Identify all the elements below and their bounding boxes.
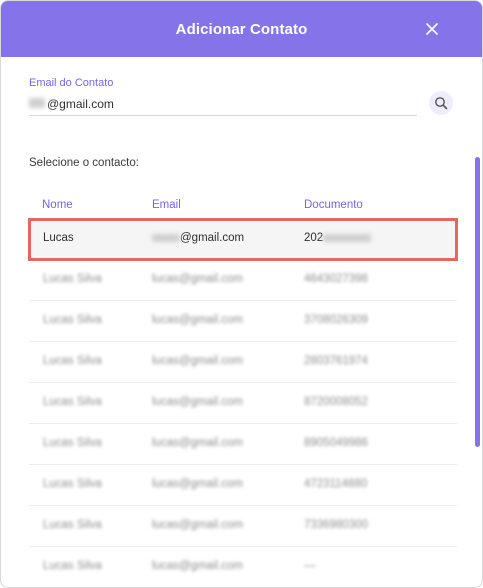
masked-document xyxy=(323,233,372,242)
row-document: 8905049986 xyxy=(304,437,368,449)
email-field-value: @gmail.com xyxy=(47,97,114,111)
row-document: 8720008052 xyxy=(304,396,368,408)
close-button[interactable] xyxy=(422,19,442,39)
search-icon xyxy=(435,97,448,110)
row-email: @gmail.com xyxy=(152,232,244,244)
row-email: lucas@gmail.com xyxy=(152,355,243,367)
row-document-prefix: 202 xyxy=(304,232,324,244)
row-email: lucas@gmail.com xyxy=(152,560,243,572)
masked-email-prefix xyxy=(29,98,45,108)
row-name: Lucas Silva xyxy=(43,355,102,367)
row-email-suffix: @gmail.com xyxy=(180,232,245,244)
contacts-table-header: Nome Email Documento xyxy=(29,199,459,215)
column-header-name: Nome xyxy=(42,199,73,211)
row-document: 7336980300 xyxy=(304,519,368,531)
table-row[interactable]: Lucas Silva lucas@gmail.com 7336980300 xyxy=(29,506,457,547)
table-row[interactable]: Lucas Silva lucas@gmail.com 8905049986 xyxy=(29,424,457,465)
row-document: 2803761974 xyxy=(304,355,368,367)
row-email: lucas@gmail.com xyxy=(152,314,243,326)
masked-email xyxy=(152,233,180,242)
row-name: Lucas Silva xyxy=(43,273,102,285)
row-email: lucas@gmail.com xyxy=(152,396,243,408)
scrollbar[interactable] xyxy=(475,157,480,447)
table-row[interactable]: Lucas Silva lucas@gmail.com 4643027398 xyxy=(29,260,457,301)
row-email: lucas@gmail.com xyxy=(152,273,243,285)
row-name: Lucas Silva xyxy=(43,519,102,531)
dialog-header: Adicionar Contato xyxy=(1,1,482,57)
row-document: 4643027398 xyxy=(304,273,368,285)
add-contact-dialog: Adicionar Contato Email do Contato @gmai… xyxy=(0,0,483,588)
table-row[interactable]: Lucas Silva lucas@gmail.com 2803761974 xyxy=(29,342,457,383)
row-document: 202 xyxy=(304,232,372,244)
table-row-selected[interactable]: Lucas @gmail.com 202 xyxy=(28,218,458,261)
row-name: Lucas Silva xyxy=(43,314,102,326)
row-email: lucas@gmail.com xyxy=(152,478,243,490)
row-name: Lucas Silva xyxy=(43,396,102,408)
row-email: lucas@gmail.com xyxy=(152,519,243,531)
search-button[interactable] xyxy=(429,91,453,115)
row-document: 3708026309 xyxy=(304,314,368,326)
column-header-email: Email xyxy=(152,199,181,211)
row-name: Lucas Silva xyxy=(43,478,102,490)
dialog-title: Adicionar Contato xyxy=(175,20,308,38)
table-row[interactable]: Lucas Silva lucas@gmail.com 4723114880 xyxy=(29,465,457,506)
table-row[interactable]: Lucas Silva lucas@gmail.com 3708026309 xyxy=(29,301,457,342)
dialog-content: Email do Contato @gmail.com Selecione o … xyxy=(1,57,482,587)
table-row[interactable]: Lucas Silva lucas@gmail.com — xyxy=(29,547,457,587)
close-icon xyxy=(426,23,438,35)
row-document: 4723114880 xyxy=(304,478,368,490)
row-document: — xyxy=(304,560,316,572)
row-name: Lucas Silva xyxy=(43,560,102,572)
email-field-label: Email do Contato xyxy=(29,77,114,89)
table-row[interactable]: Lucas Silva lucas@gmail.com 8720008052 xyxy=(29,383,457,424)
column-header-document: Documento xyxy=(304,199,363,211)
select-contact-label: Selecione o contacto: xyxy=(29,157,139,169)
row-name: Lucas xyxy=(43,232,74,244)
row-name: Lucas Silva xyxy=(43,437,102,449)
row-email: lucas@gmail.com xyxy=(152,437,243,449)
